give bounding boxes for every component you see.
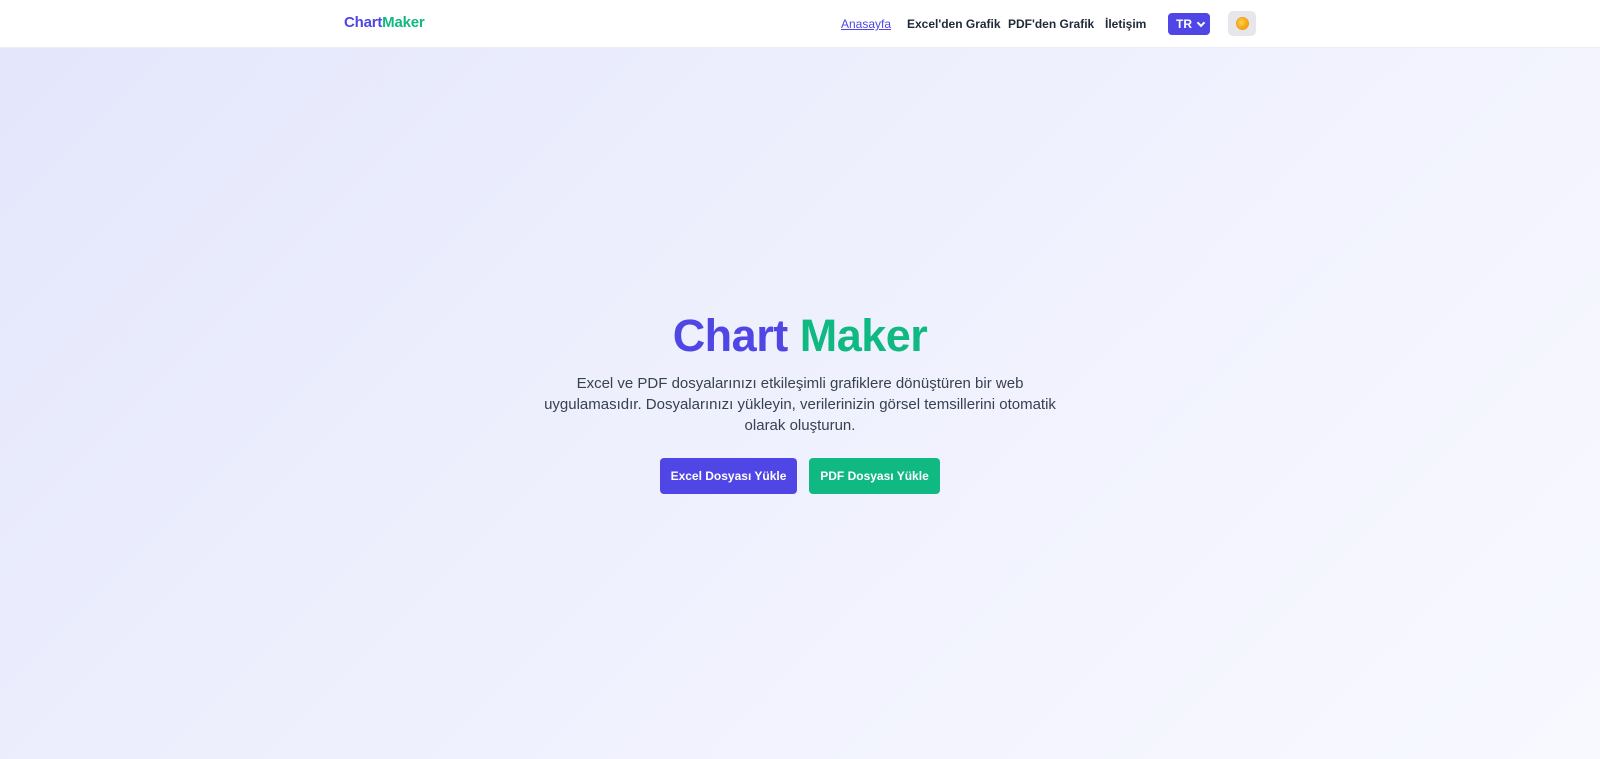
chevron-down-icon bbox=[1196, 18, 1206, 28]
brand-part-chart: Chart bbox=[344, 14, 383, 31]
brand-part-maker: Maker bbox=[382, 14, 425, 31]
top-navbar: ChartMaker Anasayfa Excel'den Grafik PDF… bbox=[0, 0, 1600, 48]
upload-pdf-button[interactable]: PDF Dosyası Yükle bbox=[809, 458, 940, 494]
hero-title-maker: Maker bbox=[799, 310, 928, 361]
language-select[interactable]: TR bbox=[1168, 13, 1210, 35]
hero-description: Excel ve PDF dosyalarınızı etkileşimli g… bbox=[544, 375, 1056, 434]
nav-excel-chart[interactable]: Excel'den Grafik bbox=[907, 17, 1001, 31]
hero-title: Chart Maker bbox=[0, 310, 1600, 362]
sun-icon bbox=[1237, 18, 1248, 29]
nav-contact[interactable]: İletişim bbox=[1105, 17, 1146, 31]
upload-excel-button[interactable]: Excel Dosyası Yükle bbox=[660, 458, 797, 494]
brand-logo[interactable]: ChartMaker bbox=[344, 14, 425, 31]
theme-toggle-button[interactable] bbox=[1228, 11, 1256, 36]
nav-home[interactable]: Anasayfa bbox=[841, 17, 891, 31]
nav-pdf-chart[interactable]: PDF'den Grafik bbox=[1008, 17, 1094, 31]
language-value: TR bbox=[1176, 17, 1192, 31]
hero-title-chart: Chart bbox=[672, 310, 789, 361]
